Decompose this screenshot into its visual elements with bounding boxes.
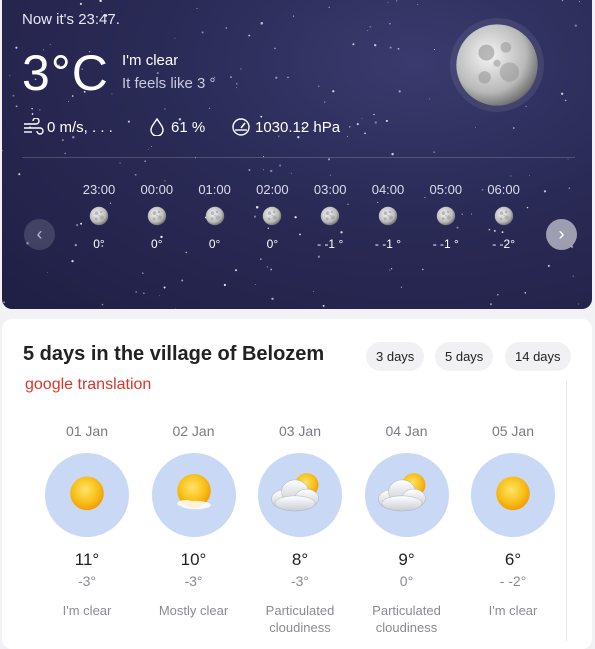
day-forecast-item[interactable]: 04 Jan 9° 0° Particulated cloudiness (354, 423, 460, 636)
day-high-temperature: 8° (291, 550, 309, 569)
day-date: 05 Jan (491, 423, 535, 439)
day-date: 02 Jan (172, 423, 215, 439)
hour-temperature: 0° (93, 237, 105, 251)
gauge-icon (232, 118, 250, 136)
wind-stat: 0 m/s, . . . (22, 118, 113, 136)
weather-icon-circle (151, 453, 236, 537)
feels-like-text: It feels like 3 ° (122, 75, 216, 92)
day-high-temperature: 9° (398, 550, 415, 569)
weather-icon-circle (364, 453, 449, 537)
sun-cloud-icon (271, 473, 319, 512)
next-hours-button[interactable]: › (546, 219, 577, 250)
hour-temperature: - -2° (492, 237, 515, 251)
hour-temperature: - -1 ° (432, 237, 459, 251)
hour-time: 06:00 (487, 182, 520, 197)
range-3-days-button[interactable]: 3 days (366, 342, 425, 371)
moon-icon (450, 18, 544, 112)
hour-temperature: 0° (266, 237, 279, 251)
weather-icon-circle (471, 453, 555, 537)
day-forecast-item[interactable]: 03 Jan 8° -3° Particulated cloudiness (247, 423, 353, 636)
humidity-value: 61 % (171, 118, 206, 136)
day-date: 01 Jan (65, 423, 109, 439)
wind-value: 0 m/s, . . . (47, 118, 113, 136)
moon-icon (320, 206, 340, 226)
day-condition: I'm clear (488, 603, 538, 618)
hourly-item: 02:00 0° (243, 182, 301, 251)
hour-temperature: - -1 ° (374, 237, 402, 251)
hour-time: 02:00 (256, 182, 289, 197)
hourly-item: 01:00 0° (186, 182, 244, 251)
moon-icon (436, 206, 455, 226)
divider (566, 381, 567, 641)
day-high-temperature: 6° (504, 550, 522, 569)
chevron-left-icon: ‹ (36, 224, 43, 244)
range-5-days-button[interactable]: 5 days (435, 342, 494, 371)
day-forecast-item[interactable]: 05 Jan 6° - -2° I'm clear (460, 423, 566, 619)
moon-icon (378, 206, 398, 226)
moon-icon (89, 206, 109, 226)
hour-time: 00:00 (140, 182, 174, 197)
chevron-right-icon: › (558, 224, 565, 244)
hour-temperature: - -1 ° (317, 237, 344, 251)
day-condition: Mostly clear (158, 603, 229, 618)
day-forecast-item[interactable]: 01 Jan 11° -3° I'm clear (34, 423, 140, 619)
moon-icon (205, 206, 224, 226)
hour-time: 05:00 (429, 182, 463, 197)
sun-cloud-icon (377, 473, 426, 512)
day-low-temperature: -3° (184, 573, 203, 589)
daily-forecast-card: 5 days in the village of Belozem 3 days … (2, 319, 592, 649)
hour-time: 23:00 (82, 182, 116, 197)
previous-hours-button[interactable]: ‹ (24, 219, 55, 250)
day-high-temperature: 10° (180, 550, 207, 569)
day-low-temperature: 0° (399, 573, 414, 589)
day-condition: Particulated cloudiness (265, 603, 335, 635)
hourly-item: 00:00 0° (128, 182, 186, 251)
hourly-item: 06:00 - -2° (475, 182, 533, 251)
hourly-forecast-strip: 23:00 0° 00:00 0° 01:00 0° 02:00 0° 03:00- -1 ° 0… (70, 182, 530, 252)
hour-time: 04:00 (371, 182, 405, 197)
day-date: 04 Jan (385, 423, 428, 439)
current-time-text: Now it's 23:47. (22, 11, 120, 28)
hour-temperature: 0° (151, 237, 163, 251)
hourly-item: 04:00 - -1 ° (359, 182, 417, 251)
day-low-temperature: - -2° (499, 573, 527, 589)
hour-temperature: 0° (208, 237, 221, 251)
hourly-item: 03:00 - -1 ° (301, 182, 359, 251)
hourly-item: 23:00 0° (70, 182, 128, 251)
droplet-icon (150, 118, 164, 136)
weather-icon-circle (258, 453, 342, 537)
sun-icon (70, 476, 104, 511)
wind-icon (24, 118, 44, 135)
moon-icon (147, 206, 166, 226)
forecast-title: 5 days in the village of Belozem (23, 343, 325, 365)
humidity-stat: 61 % (146, 118, 205, 136)
moon-icon (263, 206, 282, 226)
google-translation-note: google translation (25, 376, 152, 393)
current-temperature: 3°C (22, 45, 109, 101)
day-low-temperature: -3° (77, 573, 97, 589)
pressure-value: 1030.12 hPa (255, 118, 341, 136)
sun-icon (496, 476, 530, 511)
hour-time: 01:00 (198, 182, 231, 197)
sun-small-cloud-icon (176, 474, 211, 510)
current-weather-card: Now it's 23:47. 3°C I'm clear It feels l… (2, 0, 592, 309)
day-date: 03 Jan (278, 423, 322, 439)
day-condition: I'm clear (62, 603, 112, 618)
moon-icon (494, 206, 513, 226)
range-14-days-button[interactable]: 14 days (505, 342, 571, 371)
hour-time: 03:00 (313, 182, 347, 197)
day-high-temperature: 11° (74, 550, 100, 569)
day-low-temperature: -3° (290, 573, 310, 589)
day-forecast-item[interactable]: 02 Jan 10° -3° Mostly clear (141, 423, 247, 619)
weather-icon-circle (45, 453, 129, 537)
pressure-stat: 1030.12 hPa (230, 118, 340, 136)
current-condition: I'm clear (122, 52, 179, 69)
hourly-item: 05:00 - -1 ° (417, 182, 475, 251)
day-condition: Particulated cloudiness (372, 603, 441, 635)
divider (22, 157, 575, 158)
